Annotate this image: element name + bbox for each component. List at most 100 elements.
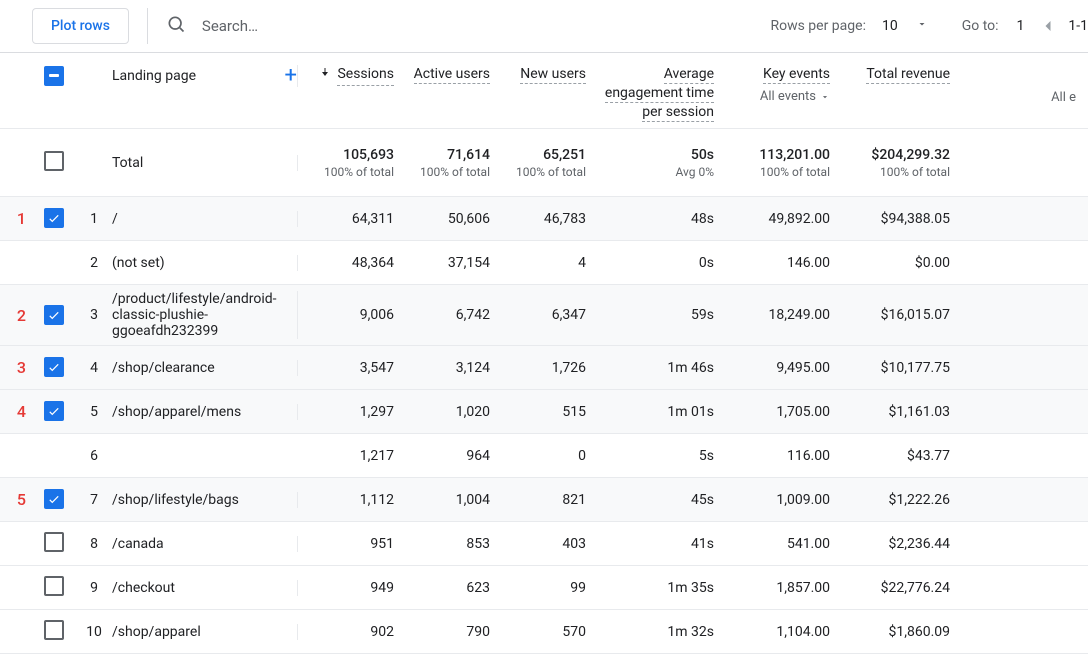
add-dimension-button[interactable]: + — [285, 65, 297, 87]
metric-cell: 790 — [406, 624, 502, 640]
row-checkbox[interactable] — [44, 576, 64, 596]
table-row: 23/product/lifestyle/android-classic-plu… — [0, 285, 1088, 346]
metric-cell: 3,124 — [406, 360, 502, 376]
total-new-users: 65,251 — [502, 147, 586, 163]
table-row: 34/shop/clearance3,5473,1241,7261m 46s9,… — [0, 346, 1088, 390]
prev-page-button[interactable] — [1038, 16, 1058, 36]
select-all-checkbox[interactable] — [44, 66, 64, 86]
metric-cell: 46,783 — [502, 211, 598, 227]
table-row: 61,21796405s116.00$43.77 — [0, 434, 1088, 478]
metric-cell: 48,364 — [298, 255, 406, 271]
row-index: 8 — [76, 536, 112, 552]
total-key-events: 113,201.00 — [726, 147, 830, 163]
landing-page-cell[interactable]: /product/lifestyle/android-classic-plush… — [112, 291, 298, 339]
col-active-users-label: Active users — [414, 66, 490, 84]
metric-cell: 949 — [298, 580, 406, 596]
key-events-filter[interactable]: All events — [726, 88, 830, 106]
landing-page-cell[interactable]: /shop/apparel — [112, 624, 298, 640]
extra-col-filter[interactable]: All e — [962, 89, 1076, 107]
rows-per-page-select[interactable]: 10 — [876, 18, 934, 34]
metric-cell: 1,112 — [298, 492, 406, 508]
metric-cell: 9,006 — [298, 307, 406, 323]
dimension-header[interactable]: Landing page — [112, 68, 196, 84]
search-input[interactable] — [200, 16, 460, 36]
metric-cell: 853 — [406, 536, 502, 552]
total-engagement-pct: Avg 0% — [598, 165, 714, 179]
metric-cell: 1m 46s — [598, 360, 726, 376]
metric-cell: 541.00 — [726, 536, 842, 552]
row-checkbox[interactable] — [44, 208, 64, 228]
metric-cell: 3,547 — [298, 360, 406, 376]
table-row: 57/shop/lifestyle/bags1,1121,00482145s1,… — [0, 478, 1088, 522]
row-index: 2 — [76, 255, 112, 271]
table-row: 10/shop/apparel9027905701m 32s1,104.00$1… — [0, 610, 1088, 654]
search-icon — [166, 14, 186, 38]
total-sessions-pct: 100% of total — [298, 165, 394, 179]
chevron-down-icon — [820, 92, 830, 102]
total-active-users-pct: 100% of total — [406, 165, 490, 179]
row-annotation: 5 — [0, 490, 32, 509]
row-checkbox[interactable] — [44, 532, 64, 552]
row-annotation: 4 — [0, 402, 32, 421]
row-checkbox[interactable] — [44, 620, 64, 640]
row-index: 9 — [76, 580, 112, 596]
metric-cell: $1,222.26 — [842, 492, 962, 508]
row-checkbox[interactable] — [44, 401, 64, 421]
metric-cell: 515 — [502, 404, 598, 420]
metric-cell: 0 — [502, 448, 598, 464]
metric-cell: 951 — [298, 536, 406, 552]
col-sessions[interactable]: Sessions — [298, 65, 406, 86]
metric-cell: $1,161.03 — [842, 404, 962, 420]
metric-cell: 1,217 — [298, 448, 406, 464]
landing-page-cell[interactable]: /shop/clearance — [112, 360, 298, 376]
table-row: 8/canada95185340341s541.00$2,236.44 — [0, 522, 1088, 566]
metric-cell: 146.00 — [726, 255, 842, 271]
metric-cell: 41s — [598, 536, 726, 552]
landing-page-cell[interactable]: /canada — [112, 536, 298, 552]
col-total-revenue[interactable]: Total revenue — [842, 65, 962, 84]
metric-cell: $10,177.75 — [842, 360, 962, 376]
total-checkbox[interactable] — [44, 151, 64, 171]
total-engagement: 50s — [598, 147, 714, 163]
metric-cell: 1,020 — [406, 404, 502, 420]
metric-cell: 1,705.00 — [726, 404, 842, 420]
metric-cell: $43.77 — [842, 448, 962, 464]
col-avg-engagement[interactable]: Average engagement time per session — [598, 65, 726, 122]
metric-cell: 49,892.00 — [726, 211, 842, 227]
chevron-down-icon — [916, 18, 928, 34]
metric-cell: 1m 35s — [598, 580, 726, 596]
col-new-users[interactable]: New users — [502, 65, 598, 84]
metric-cell: 1,297 — [298, 404, 406, 420]
goto-label: Go to: — [962, 18, 999, 34]
metric-cell: $94,388.05 — [842, 211, 962, 227]
metric-cell: 5s — [598, 448, 726, 464]
row-checkbox[interactable] — [44, 489, 64, 509]
metric-cell: 570 — [502, 624, 598, 640]
total-key-events-pct: 100% of total — [726, 165, 830, 179]
row-annotation: 2 — [0, 306, 32, 325]
landing-page-cell[interactable]: /shop/lifestyle/bags — [112, 492, 298, 508]
col-total-revenue-label: Total revenue — [866, 66, 950, 84]
total-active-users: 71,614 — [406, 147, 490, 163]
landing-page-cell[interactable]: /checkout — [112, 580, 298, 596]
landing-page-cell[interactable]: / — [112, 211, 298, 227]
row-checkbox[interactable] — [44, 357, 64, 377]
landing-page-cell[interactable]: (not set) — [112, 255, 298, 271]
landing-page-cell[interactable]: /shop/apparel/mens — [112, 404, 298, 420]
metric-cell: 99 — [502, 580, 598, 596]
metric-cell: 1,726 — [502, 360, 598, 376]
rows-per-page-value: 10 — [882, 18, 898, 34]
col-active-users[interactable]: Active users — [406, 65, 502, 84]
goto-value[interactable]: 1 — [1017, 18, 1025, 34]
metric-cell: 6,742 — [406, 307, 502, 323]
col-key-events[interactable]: Key events All events — [726, 65, 842, 105]
page-range: 1-1 — [1068, 18, 1088, 34]
row-index: 10 — [76, 624, 112, 640]
table-row: 9/checkout949623991m 35s1,857.00$22,776.… — [0, 566, 1088, 610]
metric-cell: 1,009.00 — [726, 492, 842, 508]
col-avg-engagement-label: Average engagement time per session — [605, 66, 714, 122]
metric-cell: 6,347 — [502, 307, 598, 323]
table-row: 11/64,31150,60646,78348s49,892.00$94,388… — [0, 197, 1088, 241]
plot-rows-button[interactable]: Plot rows — [32, 8, 129, 44]
row-checkbox[interactable] — [44, 305, 64, 325]
